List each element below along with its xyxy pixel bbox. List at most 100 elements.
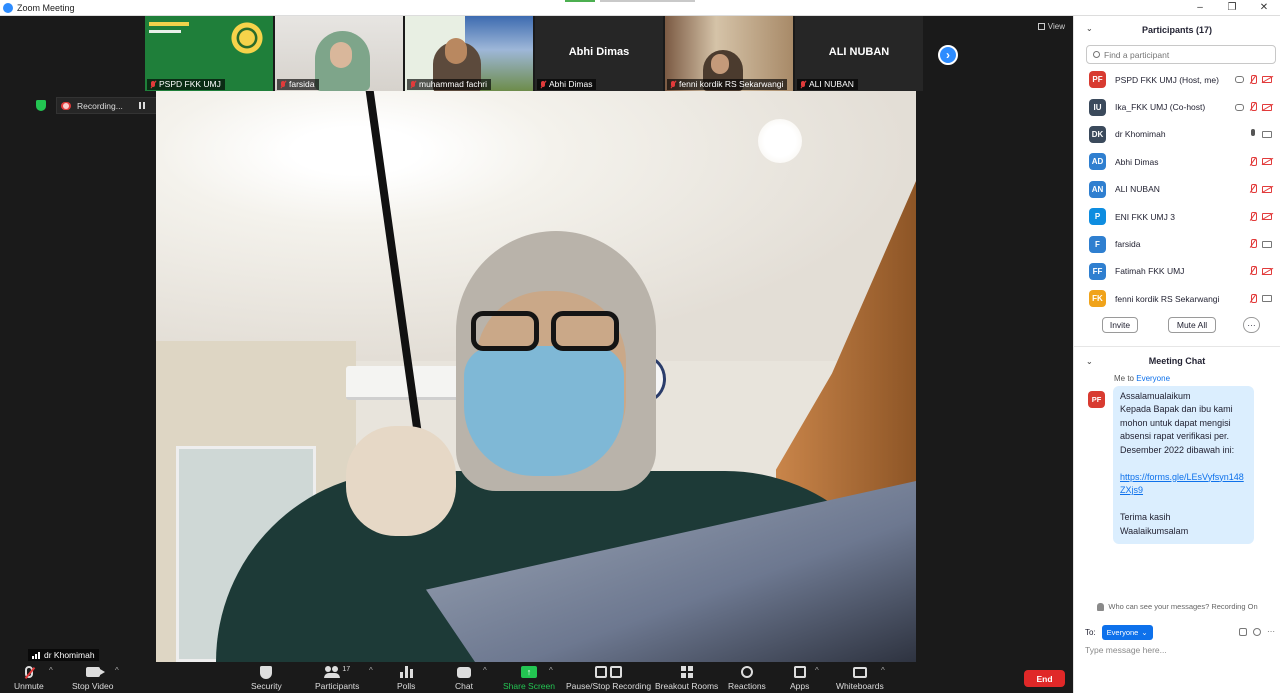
more-icon[interactable]: ⋯ [1267, 628, 1275, 636]
participant-face [711, 54, 729, 74]
chat-message: PF Assalamualaikum Kepada Bapak dan ibu … [1074, 385, 1280, 545]
active-speaker-video [156, 91, 916, 662]
polls-button[interactable]: Polls [397, 664, 415, 691]
participant-status-icons [1249, 239, 1272, 249]
video-tile-fenni-kordik[interactable]: fenni kordik RS Sekarwangi [665, 16, 793, 91]
chat-title: Meeting Chat [1148, 355, 1206, 366]
end-meeting-button[interactable]: End [1024, 670, 1065, 687]
mic-muted-icon [670, 80, 676, 89]
chat-message-input[interactable] [1085, 643, 1275, 657]
find-participant-field[interactable] [1086, 45, 1276, 64]
mic-muted-icon [1249, 156, 1257, 167]
breakout-rooms-button[interactable]: Breakout Rooms [655, 664, 718, 691]
banner-stripe [149, 30, 181, 33]
chat-visibility-note[interactable]: Who can see your messages? Recording On [1074, 602, 1280, 611]
video-tile-abhi-dimas[interactable]: Abhi Dimas Abhi Dimas [535, 16, 663, 91]
whiteboards-options-chevron-icon[interactable]: ^ [881, 666, 885, 675]
visibility-note-text: Who can see your messages? Recording On [1108, 602, 1258, 611]
collapse-chevron-icon[interactable]: ⌄ [1086, 357, 1093, 366]
participant-row[interactable]: IU Ika_FKK UMJ (Co-host) [1074, 93, 1280, 120]
video-tile-muhammad-fachri[interactable]: muhammad fachri [405, 16, 533, 91]
security-button[interactable]: Security [251, 664, 282, 691]
university-seal-logo [229, 20, 265, 56]
view-button[interactable]: View [1037, 22, 1065, 31]
minimize-button[interactable]: – [1184, 0, 1216, 16]
pause-recording-icon[interactable] [138, 102, 145, 109]
apps-button[interactable]: Apps [790, 664, 809, 691]
recipient-dropdown[interactable]: Everyone ⌄ [1101, 624, 1153, 640]
mute-all-button[interactable]: Mute All [1168, 316, 1216, 333]
emoji-icon[interactable] [1253, 628, 1261, 636]
breakout-rooms-icon [680, 666, 693, 678]
recording-indicator: Recording... [56, 97, 169, 114]
mic-muted-icon [800, 80, 806, 89]
ceiling-lamp [758, 119, 802, 163]
next-page-arrow-icon[interactable]: › [938, 45, 958, 65]
share-screen-arrow-icon: ↑ [520, 666, 537, 678]
file-icon[interactable] [1239, 628, 1247, 636]
pause-stop-recording-button[interactable]: Pause/Stop Recording [566, 664, 651, 691]
find-participant-input[interactable] [1104, 49, 1264, 60]
tile-name-tag: farsida [277, 79, 319, 90]
tile-name-tag: fenni kordik RS Sekarwangi [667, 79, 788, 90]
video-off-icon [1262, 185, 1272, 193]
participant-row[interactable]: AD Abhi Dimas [1074, 148, 1280, 175]
whiteboards-button[interactable]: Whiteboards [836, 664, 884, 691]
participants-options-chevron-icon[interactable]: ^ [369, 666, 373, 675]
tile-center-name: ALI NUBAN [828, 46, 890, 58]
restore-button[interactable]: ❐ [1216, 0, 1248, 16]
side-panel: ⌄ Participants (17) PF PSPD FKK UMJ (Host… [1073, 16, 1280, 693]
view-button-label: View [1047, 22, 1065, 31]
more-options-icon[interactable]: ··· [1243, 316, 1260, 333]
video-tile-farsida[interactable]: farsida [275, 16, 403, 91]
titlebar-accent-gray [600, 0, 695, 2]
participant-row[interactable]: DK dr Khomimah [1074, 121, 1280, 148]
participant-row[interactable]: PF PSPD FKK UMJ (Host, me) [1074, 66, 1280, 93]
participant-row[interactable]: FF Fatimah FKK UMJ [1074, 258, 1280, 285]
video-camera-icon [1262, 295, 1272, 303]
mic-muted-icon [1249, 184, 1257, 194]
video-tile-pspd-fkk-umj[interactable]: PSPD FKK UMJ [145, 16, 273, 91]
stop-video-label: Stop Video [72, 681, 114, 691]
stop-video-button[interactable]: Stop Video [72, 664, 113, 691]
audio-options-chevron-icon[interactable]: ^ [49, 666, 53, 675]
apps-options-chevron-icon[interactable]: ^ [815, 666, 819, 675]
chat-meta-recipient[interactable]: Everyone [1136, 374, 1170, 383]
participant-row[interactable]: FK fenni kordik RS Sekarwangi [1074, 285, 1280, 312]
reactions-button[interactable]: Reactions [728, 664, 766, 691]
person-icon [1097, 602, 1105, 611]
cloud-recording-icon [61, 101, 71, 110]
encryption-shield-icon[interactable] [36, 100, 46, 111]
share-options-chevron-icon[interactable]: ^ [549, 666, 553, 675]
video-off-icon [1262, 213, 1272, 221]
share-screen-button[interactable]: ↑ Share Screen [503, 664, 555, 691]
window-title: Zoom Meeting [17, 2, 75, 13]
tile-name: muhammad fachri [419, 79, 488, 89]
participants-button[interactable]: 17 Participants [315, 664, 359, 692]
video-off-icon [1262, 76, 1272, 84]
participant-name: dr Khomimah [1115, 129, 1166, 140]
chat-button[interactable]: Chat [455, 664, 473, 691]
polls-chart-icon [399, 666, 413, 678]
chat-message-meta: Me to Everyone [1074, 374, 1280, 383]
close-window-button[interactable]: ✕ [1248, 0, 1280, 16]
participant-row[interactable]: AN ALI NUBAN [1074, 176, 1280, 203]
forms-link[interactable]: https://forms.gle/LEsVyfsyn148ZXjs9 [1120, 472, 1244, 496]
participant-row[interactable]: Ffarsida [1074, 230, 1280, 257]
collapse-chevron-icon[interactable]: ⌄ [1086, 24, 1093, 33]
panel-divider [1074, 345, 1280, 347]
avatar: IU [1089, 98, 1106, 116]
video-tile-ali-nuban[interactable]: ALI NUBAN ALI NUBAN [795, 16, 923, 91]
participants-icon [324, 666, 341, 678]
participant-name: Fatimah FKK UMJ [1115, 266, 1185, 277]
signal-strength-icon [32, 651, 40, 659]
invite-button[interactable]: Invite [1102, 316, 1138, 333]
video-off-icon [1262, 103, 1272, 111]
video-options-chevron-icon[interactable]: ^ [115, 666, 119, 675]
chat-bubble: Assalamualaikum Kepada Bapak dan ibu kam… [1113, 385, 1254, 545]
participant-name: ALI NUBAN [1115, 184, 1160, 195]
participant-row[interactable]: P ENI FKK UMJ 3 [1074, 203, 1280, 230]
chat-options-chevron-icon[interactable]: ^ [483, 666, 487, 675]
tile-center-name: Abhi Dimas [568, 46, 630, 58]
unmute-button[interactable]: Unmute [14, 664, 44, 691]
